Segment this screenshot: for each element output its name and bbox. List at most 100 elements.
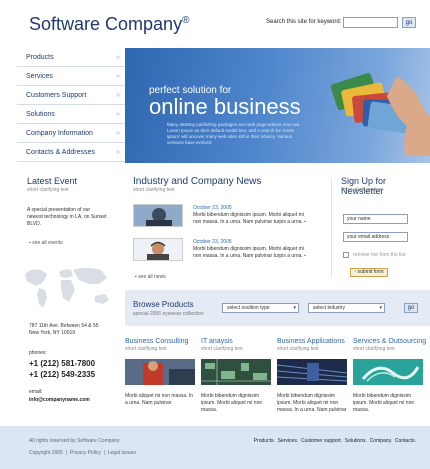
- email-field[interactable]: your email address: [343, 232, 408, 242]
- footer-link-contacts[interactable]: Contacts.: [395, 438, 416, 444]
- service-subtitle: short clarifying text: [277, 346, 319, 352]
- server-room-image: [277, 359, 347, 385]
- service-subtitle: short clarifying text: [353, 346, 395, 352]
- see-all-news-link[interactable]: ▪ see all news: [135, 274, 166, 280]
- service-text: Morbi bibendum dignissim ipsum. Morbi al…: [201, 393, 263, 413]
- select-value: select industry: [313, 305, 345, 311]
- service-image[interactable]: [277, 359, 347, 385]
- service-subtitle: short clarifying text: [125, 346, 167, 352]
- copyright-year: Copyright 2005: [29, 450, 63, 456]
- world-map-image: [25, 268, 109, 308]
- news-thumbnail[interactable]: [133, 238, 183, 261]
- service-title-business-applications[interactable]: Business Applications: [277, 338, 345, 345]
- nav-item-label: Solutions: [26, 110, 55, 118]
- remove-checkbox[interactable]: [343, 252, 349, 258]
- chevron-right-icon: »: [116, 53, 120, 61]
- business-people-image: [125, 359, 195, 385]
- footer-link-products[interactable]: Products.: [254, 438, 275, 444]
- logo-text: Software Company: [29, 14, 183, 34]
- privacy-policy-link[interactable]: Privacy Policy: [70, 450, 101, 456]
- chevron-right-icon: »: [116, 91, 120, 99]
- nav-item-label: Contacts & Addresses: [26, 148, 95, 156]
- nav-item-services[interactable]: Services »: [17, 67, 125, 86]
- more-icon[interactable]: ▪: [304, 253, 306, 259]
- service-image[interactable]: [125, 359, 195, 385]
- bullet-icon: ▪: [135, 274, 137, 280]
- hero-banner: perfect solution for online business Man…: [125, 48, 430, 163]
- person-photo-icon: [134, 205, 182, 226]
- circuit-board-image: [201, 359, 271, 385]
- nav-item-label: Company Information: [26, 129, 93, 137]
- search-go-button[interactable]: go: [402, 17, 416, 28]
- chevron-right-icon: »: [116, 72, 120, 80]
- submit-form-label: submit form: [357, 269, 384, 275]
- separator: |: [65, 450, 68, 456]
- news-date: October 23, 2005: [193, 205, 232, 211]
- news-text-body: Morbi bibendum dignissim ipsum. Morbi al…: [193, 246, 304, 259]
- footer-legal-links: Copyright 2005 | Privacy Policy | Legal …: [29, 450, 136, 456]
- service-title-outsourcing[interactable]: Services & Outsourcing: [353, 338, 426, 345]
- see-all-events-link[interactable]: ▪ see all events: [29, 240, 63, 246]
- latest-event-subtitle: short clarifying text: [27, 187, 69, 193]
- chevron-right-icon: »: [116, 110, 120, 118]
- solution-type-select[interactable]: select soultion type ▾: [222, 303, 299, 313]
- service-text: Morbi bibendum dignissim ipsum. Morbi al…: [353, 393, 415, 413]
- nav-item-solutions[interactable]: Solutions »: [17, 105, 125, 124]
- logo[interactable]: Software Company®: [29, 14, 189, 35]
- news-date: October 23, 2005: [193, 239, 232, 245]
- banner-text: Many desktop publishing packages and web…: [167, 122, 300, 145]
- nav-item-label: Products: [26, 53, 54, 61]
- more-icon[interactable]: ▪: [304, 219, 306, 225]
- bullet-icon: ▪: [29, 240, 31, 246]
- footer-link-services[interactable]: Services.: [278, 438, 299, 444]
- service-text: Morbi aliquet mi non massa. In a urna. N…: [125, 393, 194, 406]
- see-all-events-label: see all events: [32, 240, 63, 246]
- separator: |: [103, 450, 106, 456]
- phone-number: +1 (212) 549-2335: [29, 370, 96, 379]
- nav-item-label: Customers Support: [26, 91, 87, 99]
- footer-link-customer-support[interactable]: Customer support.: [301, 438, 342, 444]
- browse-title: Browse Products: [133, 300, 194, 309]
- email-label: email:: [29, 389, 43, 395]
- phone-number: +1 (212) 581-7800: [29, 359, 96, 368]
- service-title-it-analysis[interactable]: IT anaysis: [201, 338, 233, 345]
- copyright-text: All rights reserved by Software Company: [29, 438, 120, 444]
- footer-link-solutions[interactable]: Solutions.: [345, 438, 367, 444]
- service-subtitle: short clarifying text: [201, 346, 243, 352]
- news-thumbnail[interactable]: [133, 204, 183, 227]
- footer-link-company[interactable]: Company.: [370, 438, 392, 444]
- abstract-swirl-image: [353, 359, 423, 385]
- address-line: 787 11th Ave. Between 54 & 55: [29, 323, 99, 329]
- newsletter-subtitle: short clarifying text: [341, 187, 383, 193]
- credit-cards-image: [330, 72, 430, 156]
- nav-item-company-information[interactable]: Company Information »: [17, 124, 125, 143]
- browse-go-button[interactable]: go: [404, 303, 418, 313]
- legal-issues-link[interactable]: Legal Issues: [108, 450, 136, 456]
- remove-label: remove me from the list: [353, 252, 406, 258]
- latest-event-text: A special presentation of our newest tec…: [27, 207, 107, 227]
- industry-select[interactable]: select industry ▾: [308, 303, 385, 313]
- browse-subtitle: special 2006 eyewear collection: [133, 311, 204, 317]
- company-address: 787 11th Ave. Between 54 & 55 New York, …: [29, 323, 119, 337]
- newsletter-title: Sign Up for Newsletter: [341, 176, 387, 196]
- nav-item-label: Services: [26, 72, 53, 80]
- news-text: Morbi bibendum dignissim ipsum. Morbi al…: [193, 212, 313, 226]
- news-text: Morbi bibendum dignissim ipsum. Morbi al…: [193, 246, 313, 260]
- see-all-news-label: see all news: [138, 274, 166, 280]
- chevron-right-icon: »: [116, 148, 120, 156]
- nav-item-contacts-addresses[interactable]: Contacts & Addresses »: [17, 143, 125, 162]
- name-field[interactable]: your name: [343, 214, 408, 224]
- search-input[interactable]: [343, 17, 398, 28]
- service-image[interactable]: [353, 359, 423, 385]
- service-text: Morbi bibendum dignissim ipsum. Morbi al…: [277, 393, 347, 413]
- nav-item-products[interactable]: Products »: [17, 48, 125, 67]
- service-title-consulting[interactable]: Business Consulting: [125, 338, 188, 345]
- submit-form-button[interactable]: ▪ submit form: [350, 268, 388, 277]
- bullet-icon: ▪: [354, 269, 357, 275]
- email-link[interactable]: info@companyname.com: [29, 397, 90, 403]
- phones-label: phones:: [29, 350, 47, 356]
- banner-headline: online business: [149, 94, 301, 119]
- news-title: Industry and Company News: [133, 176, 262, 187]
- service-image[interactable]: [201, 359, 271, 385]
- nav-item-customers-support[interactable]: Customers Support »: [17, 86, 125, 105]
